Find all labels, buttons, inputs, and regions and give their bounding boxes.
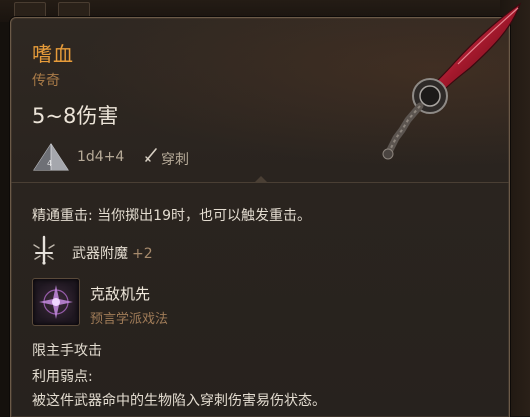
item-damage: 5~8伤害: [32, 104, 119, 128]
item-rarity: 传奇: [32, 73, 60, 89]
svg-text:4: 4: [47, 159, 52, 168]
section-divider: [11, 182, 509, 183]
spell-name: 克敌机先: [90, 285, 151, 303]
enchant-sword-icon: [33, 235, 55, 265]
damage-dice: 1d4+4: [77, 149, 125, 165]
item-name: 嗜血: [32, 42, 74, 66]
true-strike-spell-icon[interactable]: [32, 278, 80, 326]
d4-dice-icon: 4: [33, 143, 69, 171]
exploit-title: 利用弱点:: [32, 369, 93, 385]
bloodthirst-dagger-art: [382, 2, 522, 160]
damage-type: 穿刺: [161, 152, 189, 168]
spell-rune-icon: [39, 285, 73, 319]
enchant-row: 武器附魔 +2: [72, 243, 153, 263]
crit-passive: 精通重击: 当你掷出19时，也可以触发重击。: [32, 208, 311, 224]
main-hand-restriction: 限主手攻击: [32, 343, 102, 359]
dagger-pierce-icon: [145, 148, 157, 162]
exploit-description: 被这件武器命中的生物陷入穿刺伤害易伤状态。: [32, 393, 326, 409]
enchant-bonus: +2: [132, 246, 153, 262]
spell-school: 预言学派戏法: [90, 312, 169, 327]
enchant-label: 武器附魔: [72, 246, 128, 262]
